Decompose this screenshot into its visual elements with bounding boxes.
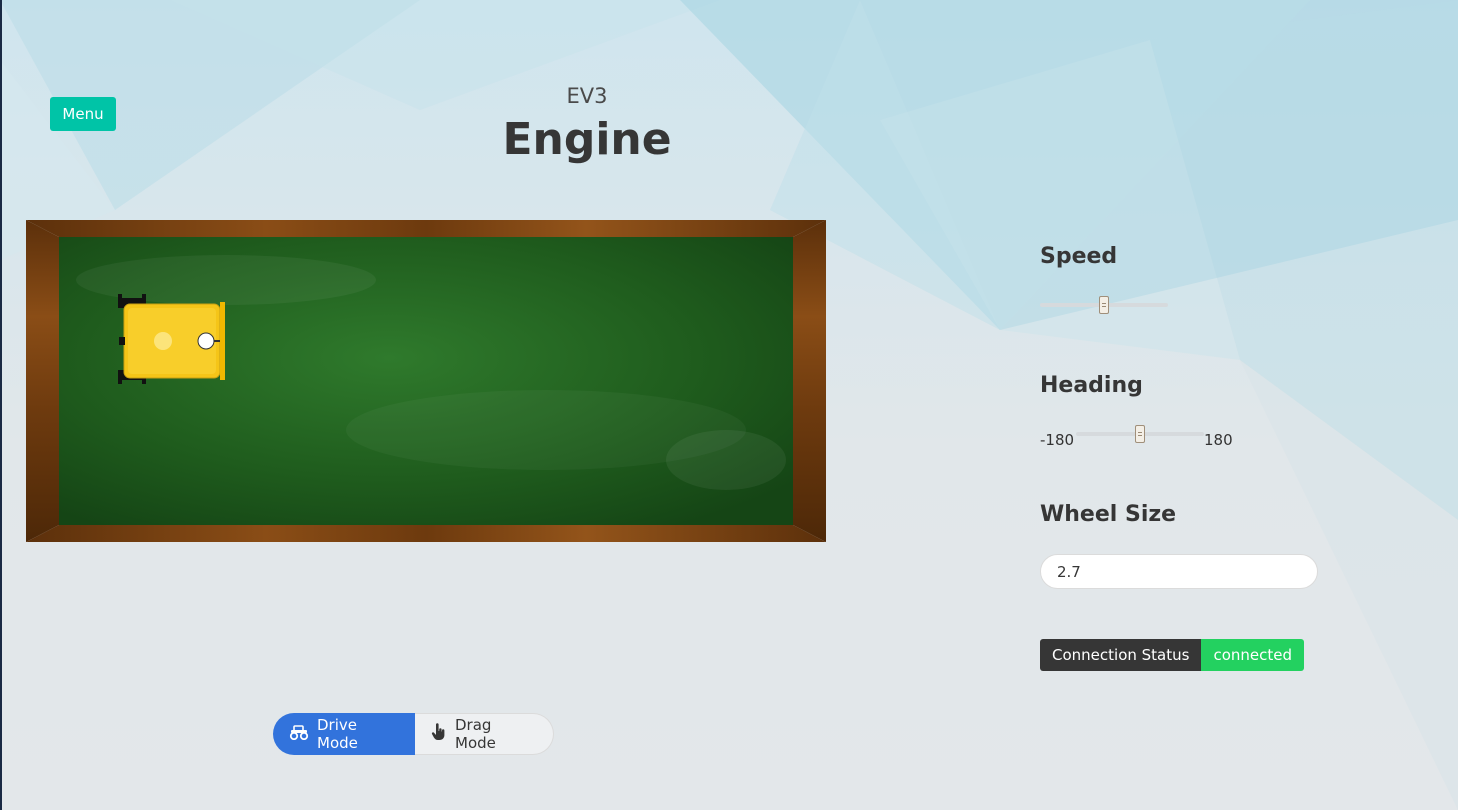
frame-top: [26, 220, 826, 237]
frame-right: [793, 220, 826, 542]
wheel-size-heading: Wheel Size: [1040, 502, 1177, 527]
speed-slider-thumb[interactable]: [1099, 296, 1109, 314]
simulation-board[interactable]: [26, 220, 826, 542]
drive-mode-button[interactable]: Drive Mode: [273, 713, 415, 755]
robot-bumper: [220, 302, 225, 380]
frame-left: [26, 220, 59, 542]
robot-sensor: [197, 332, 215, 350]
connection-status-label: Connection Status: [1040, 639, 1202, 671]
window-edge: [0, 0, 2, 810]
page-title: Engine: [502, 114, 672, 165]
robot-rear-sensor: [119, 337, 125, 345]
connection-status: Connection Status connected: [1040, 639, 1304, 671]
monster-truck-icon: [289, 724, 309, 744]
connection-status-value: connected: [1201, 639, 1304, 671]
frame-bottom: [26, 525, 826, 542]
mode-toggle: Drive Mode Drag Mode: [273, 713, 554, 755]
heading-min-label: -180: [1040, 431, 1075, 449]
hand-pointer-icon: [431, 723, 447, 745]
heading-slider-thumb[interactable]: [1135, 425, 1145, 443]
heading-max-label: 180: [1204, 431, 1233, 449]
drag-mode-button[interactable]: Drag Mode: [415, 713, 554, 755]
menu-button[interactable]: Menu: [50, 97, 116, 131]
drive-mode-label: Drive Mode: [317, 716, 358, 752]
drag-mode-label: Drag Mode: [455, 716, 496, 752]
wheel-size-input[interactable]: [1040, 554, 1318, 589]
speed-heading: Speed: [1040, 244, 1118, 269]
robot[interactable]: [118, 294, 225, 384]
heading-heading: Heading: [1040, 373, 1143, 398]
page-subtitle: EV3: [566, 84, 608, 108]
